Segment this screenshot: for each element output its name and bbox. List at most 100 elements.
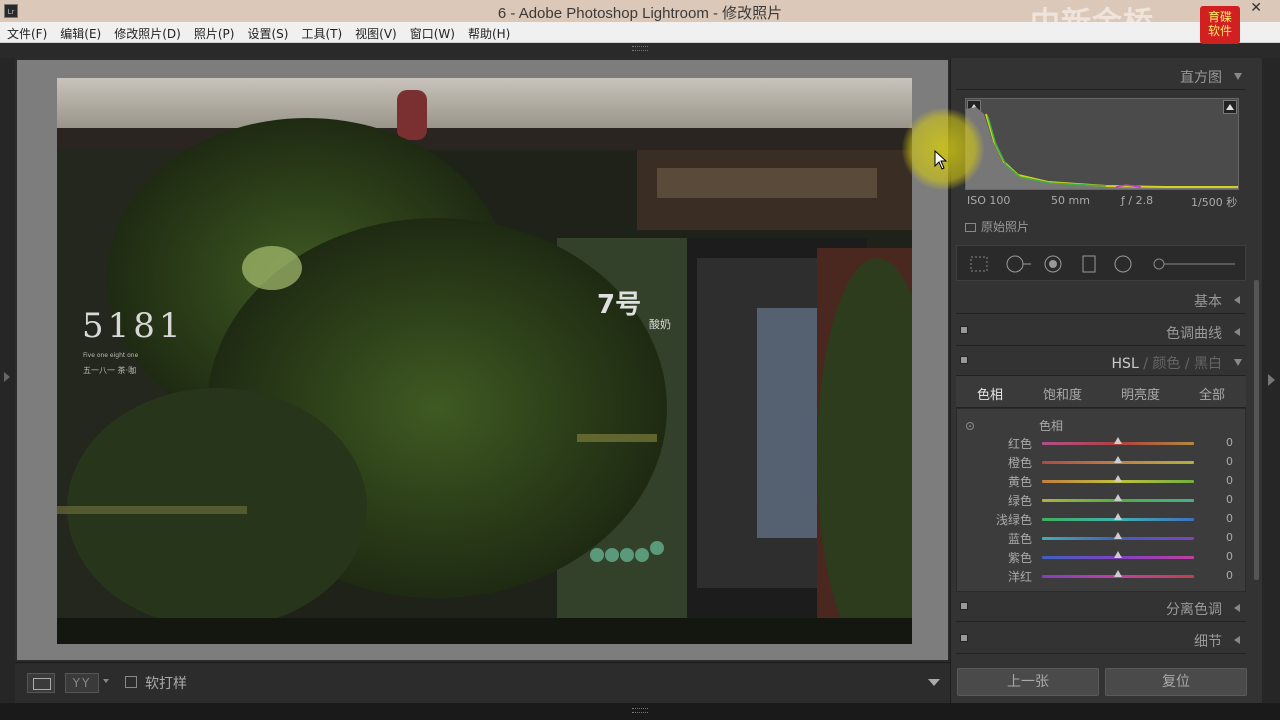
hsl-slider-thumb[interactable] [1114, 494, 1122, 501]
hsl-slider-thumb[interactable] [1114, 475, 1122, 482]
tab-all[interactable]: 全部 [1199, 384, 1225, 403]
hsl-row-label: 橙色 [1007, 456, 1032, 470]
hsl-sep-2: / [1184, 356, 1190, 372]
reset-button[interactable]: 复位 [1105, 668, 1247, 696]
hsl-row-value[interactable]: 0 [1226, 474, 1233, 487]
hsl-row-value[interactable]: 0 [1226, 493, 1233, 506]
menu-help[interactable]: 帮助(H) [461, 22, 516, 42]
hsl-row-value[interactable]: 0 [1226, 436, 1233, 449]
tone-curve-title: 色调曲线 [1166, 326, 1222, 342]
radial-filter-icon[interactable] [1113, 254, 1133, 274]
split-toning-panel-header[interactable]: 分离色调 [956, 592, 1246, 622]
hsl-header-labels: HSL / 颜色 / 黑白 [1112, 353, 1222, 373]
hsl-row-value[interactable]: 0 [1226, 512, 1233, 525]
filmstrip-strip[interactable] [0, 703, 1280, 720]
crop-overlay-icon[interactable] [969, 254, 989, 274]
expand-tone-curve-icon[interactable] [1234, 328, 1240, 336]
collapse-histogram-icon[interactable] [1234, 73, 1242, 80]
detail-switch[interactable] [960, 634, 968, 642]
before-after-button[interactable]: YY [65, 673, 99, 693]
shop-sign-number: 5181 [82, 306, 185, 346]
adjustment-brush-slider[interactable] [1151, 254, 1237, 274]
menu-settings[interactable]: 设置(S) [240, 22, 294, 42]
spot-removal-icon[interactable] [1005, 254, 1033, 274]
before-after-dropdown-icon[interactable] [103, 679, 109, 683]
tone-curve-panel-header[interactable]: 色调曲线 [956, 316, 1246, 346]
tab-saturation[interactable]: 饱和度 [1043, 384, 1082, 403]
soft-proof-checkbox[interactable] [125, 676, 137, 688]
expand-right-panel-icon[interactable] [1268, 374, 1275, 386]
menu-photo[interactable]: 照片(P) [187, 22, 241, 42]
expand-left-panel-icon[interactable] [4, 372, 10, 382]
photo-workspace[interactable]: 5181 Five one eight one 五一八一 茶·咖 7号 酸奶 [15, 58, 950, 662]
tab-luminance[interactable]: 明亮度 [1121, 384, 1160, 403]
hsl-switch[interactable] [960, 356, 968, 364]
hsl-mode-hsl[interactable]: HSL [1112, 356, 1139, 372]
menu-edit[interactable]: 编辑(E) [53, 22, 107, 42]
expand-split-toning-icon[interactable] [1234, 604, 1240, 612]
photo-preview[interactable]: 5181 Five one eight one 五一八一 茶·咖 7号 酸奶 [57, 78, 912, 644]
close-window-button[interactable]: ✕ [1250, 0, 1262, 16]
split-toning-switch[interactable] [960, 602, 968, 610]
expand-detail-icon[interactable] [1234, 636, 1240, 644]
hsl-slider-thumb[interactable] [1114, 456, 1122, 463]
hsl-row: 浅绿色 0 [957, 510, 1247, 529]
watermark-badge: 育碟 软件 [1200, 6, 1240, 44]
collapse-hsl-icon[interactable] [1234, 359, 1242, 366]
original-photo-toggle[interactable]: 原始照片 [965, 218, 1029, 235]
tone-curve-switch[interactable] [960, 326, 968, 334]
bottom-toolbar: YY 软打样 [15, 662, 950, 703]
hsl-slider-thumb[interactable] [1114, 437, 1122, 444]
hsl-panel-header[interactable]: HSL / 颜色 / 黑白 [956, 346, 1246, 376]
badge-line-1: 育碟 [1207, 10, 1232, 24]
targeted-adjustment-icon[interactable] [966, 422, 974, 430]
right-panel-edge[interactable] [1262, 58, 1280, 703]
hsl-slider-thumb[interactable] [1114, 513, 1122, 520]
left-panel-edge[interactable] [0, 58, 15, 703]
expand-basic-icon[interactable] [1234, 296, 1240, 304]
histogram-header[interactable]: 直方图 [956, 60, 1246, 90]
loupe-view-button[interactable] [27, 673, 55, 693]
menu-view[interactable]: 视图(V) [348, 22, 403, 42]
detail-panel-header[interactable]: 细节 [956, 624, 1246, 654]
menu-file[interactable]: 文件(F) [0, 22, 53, 42]
hsl-slider-thumb[interactable] [1114, 551, 1122, 558]
top-panel-grip-icon[interactable] [632, 46, 648, 51]
menu-develop[interactable]: 修改照片(D) [107, 22, 187, 42]
original-photo-icon [965, 223, 976, 232]
tab-hue[interactable]: 色相 [977, 384, 1003, 403]
detail-title: 细节 [1194, 634, 1222, 650]
hsl-mode-color[interactable]: 颜色 [1152, 356, 1180, 372]
hsl-row-value[interactable]: 0 [1226, 455, 1233, 468]
badge-line-2: 软件 [1207, 24, 1232, 38]
exif-aperture: ƒ / 2.8 [1121, 194, 1154, 207]
hsl-row-value[interactable]: 0 [1226, 531, 1233, 544]
hsl-mode-bw[interactable]: 黑白 [1194, 356, 1222, 372]
hsl-slider-thumb[interactable] [1114, 570, 1122, 577]
histogram-title: 直方图 [1180, 70, 1222, 86]
cursor-highlight [902, 108, 984, 190]
toolbar-content-menu-icon[interactable] [928, 679, 940, 686]
menu-tools[interactable]: 工具(T) [294, 22, 348, 42]
menu-window[interactable]: 窗口(W) [403, 22, 461, 42]
hsl-row-value[interactable]: 0 [1226, 550, 1233, 563]
top-panel-strip[interactable] [0, 43, 1280, 58]
title-bar: Lr 6 - Adobe Photoshop Lightroom - 修改照片 … [0, 0, 1280, 41]
hsl-row-label: 蓝色 [1007, 532, 1032, 546]
exif-iso: ISO 100 [967, 194, 1011, 207]
histogram-curve [966, 107, 1238, 189]
graduated-filter-icon[interactable] [1079, 254, 1099, 274]
red-eye-icon[interactable] [1043, 254, 1063, 274]
hsl-section-title: 色相 [1039, 419, 1064, 433]
basic-panel-header[interactable]: 基本 [956, 284, 1246, 314]
original-photo-label: 原始照片 [981, 220, 1030, 234]
hsl-slider-thumb[interactable] [1114, 532, 1122, 539]
hsl-row-value[interactable]: 0 [1226, 569, 1233, 582]
hsl-row: 红色 0 [957, 434, 1247, 453]
previous-settings-button[interactable]: 上一张 [957, 668, 1099, 696]
filmstrip-grip-icon[interactable] [632, 708, 648, 713]
hsl-row: 洋红 0 [957, 567, 1247, 586]
panel-scrollbar[interactable] [1254, 280, 1259, 580]
menu-bar: 文件(F) 编辑(E) 修改照片(D) 照片(P) 设置(S) 工具(T) 视图(V) 窗口(… [0, 22, 1280, 43]
hsl-row: 紫色 0 [957, 548, 1247, 567]
